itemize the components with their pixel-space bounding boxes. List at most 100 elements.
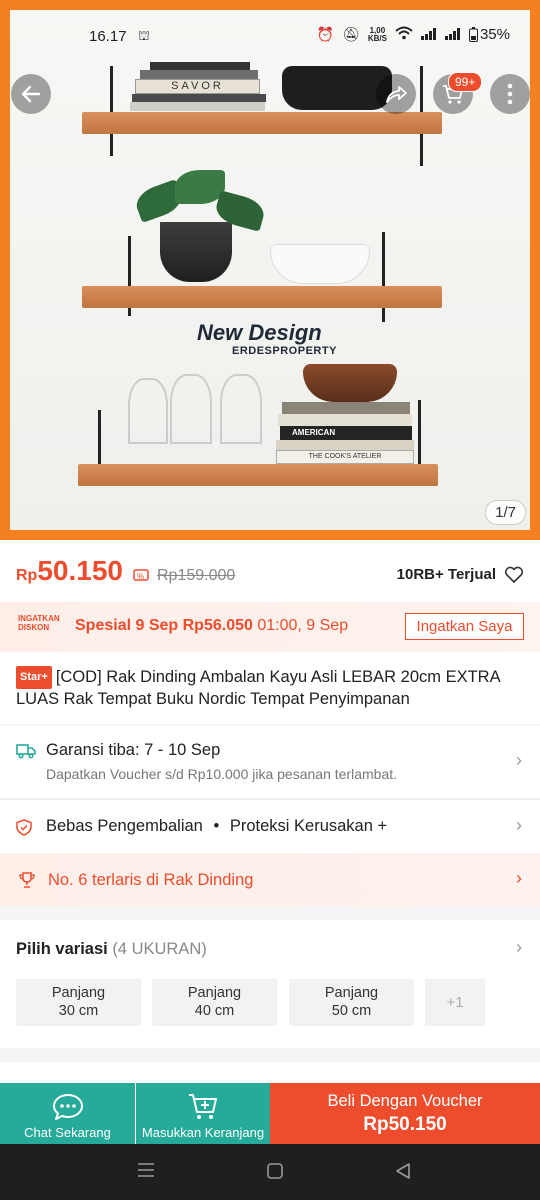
book <box>130 102 265 111</box>
chevron-right-icon: › <box>516 815 522 835</box>
truck-icon <box>16 743 36 764</box>
status-bar: 16.17 ⛫ ⏰ 🔕︎ 1,00 KB/S 35% <box>0 0 540 72</box>
book <box>276 440 414 450</box>
more-options-button[interactable] <box>490 74 530 114</box>
share-icon <box>386 86 407 103</box>
book <box>132 94 266 102</box>
remind-discount-label: INGATKAN DISKON <box>18 614 60 632</box>
back-triangle-icon <box>396 1163 410 1179</box>
overlay-title: New Design <box>197 320 322 345</box>
discount-tag-icon: % <box>133 568 151 587</box>
wine-glass <box>128 378 168 444</box>
special-time: 01:00, 9 Sep <box>257 617 349 634</box>
heart-icon <box>504 566 524 583</box>
more-vertical-icon <box>507 83 513 105</box>
special-price-info: Spesial 9 Sep Rp56.050 01:00, 9 Sep <box>75 617 348 635</box>
star-plus-tag: Star+ <box>16 666 52 689</box>
bottom-action-bar: Chat Sekarang Masukkan Keranjang Beli De… <box>0 1083 540 1144</box>
chevron-right-icon: › <box>516 868 522 888</box>
notification-icon: ⛫ <box>138 28 150 43</box>
returns-info: Bebas Pengembalian • Proteksi Kerusakan … <box>46 817 387 836</box>
chevron-right-icon: › <box>516 750 522 770</box>
special-date: Spesial 9 Sep <box>75 617 179 634</box>
shipping-guarantee: Garansi tiba: 7 - 10 Sep <box>46 741 221 759</box>
shelf-bracket <box>382 232 385 322</box>
shipping-row[interactable]: › <box>0 726 540 798</box>
overlay-brand: ERDESPROPERTY <box>232 345 337 357</box>
variation-option[interactable]: Panjang 50 cm <box>289 979 414 1026</box>
separator-dot: • <box>213 817 220 835</box>
shipping-voucher-note: Dapatkan Voucher s/d Rp10.000 jika pesan… <box>46 766 398 782</box>
special-price: Rp56.050 <box>182 617 253 634</box>
variation-option[interactable]: Panjang 40 cm <box>152 979 277 1026</box>
alarm-icon: ⏰ <box>316 26 335 42</box>
chevron-right-icon: › <box>516 937 522 957</box>
black-bowl <box>282 66 392 110</box>
plant-pot <box>160 222 232 282</box>
wishlist-button[interactable] <box>504 566 524 589</box>
back-nav-button[interactable] <box>394 1162 412 1185</box>
buy-with-voucher-button[interactable]: Beli Dengan Voucher Rp50.150 <box>270 1083 540 1144</box>
system-nav-bar <box>0 1144 540 1200</box>
back-arrow-icon <box>21 85 41 103</box>
variation-option[interactable]: Panjang 30 cm <box>16 979 141 1026</box>
menu-icon <box>138 1163 154 1177</box>
product-title-text: [COD] Rak Dinding Ambalan Kayu Asli LEBA… <box>16 668 500 708</box>
wooden-shelf <box>78 464 438 486</box>
battery-icon <box>468 27 478 42</box>
book <box>278 414 412 426</box>
buy-price: Rp50.150 <box>363 1113 447 1135</box>
sold-count: 10RB+ Terjual <box>396 566 496 583</box>
book-american: AMERICAN <box>280 426 412 440</box>
book-cooks-atelier: THE COOK'S ATELIER <box>276 450 414 464</box>
wooden-shelf <box>82 286 442 308</box>
variation-title: Pilih variasi <box>16 940 108 958</box>
cart-label: Masukkan Keranjang <box>141 1125 265 1140</box>
variation-header[interactable]: Pilih variasi (4 UKURAN) <box>16 940 207 959</box>
cart-count-badge: 99+ <box>448 72 483 92</box>
white-bowls <box>270 244 370 284</box>
next-section-peek <box>0 1062 540 1083</box>
back-button[interactable] <box>11 74 51 114</box>
wine-glass <box>220 374 262 444</box>
more-variations-button[interactable]: +1 <box>425 979 485 1026</box>
image-counter: 1/7 <box>485 500 526 525</box>
book <box>282 402 410 414</box>
home-nav-button[interactable] <box>266 1162 284 1185</box>
wooden-bowl <box>303 364 397 402</box>
remind-me-button[interactable]: Ingatkan Saya <box>405 613 524 640</box>
current-price: Rp50.150 <box>16 555 123 587</box>
signal-icon <box>420 27 437 43</box>
battery-percent: 35% <box>479 26 510 43</box>
menu-nav-button[interactable] <box>137 1162 155 1183</box>
shield-icon <box>16 819 32 841</box>
status-time: 16.17 <box>89 28 127 45</box>
free-returns-text: Bebas Pengembalian <box>46 817 203 835</box>
original-price: Rp159.000 <box>157 567 236 584</box>
wooden-shelf <box>82 112 442 134</box>
trophy-icon <box>18 871 36 894</box>
wine-glass <box>170 374 212 444</box>
buy-label: Beli Dengan Voucher <box>327 1091 483 1110</box>
currency: Rp <box>16 567 38 584</box>
damage-protection-text: Proteksi Kerusakan + <box>229 817 388 835</box>
product-title: Star+ [COD] Rak Dinding Ambalan Kayu Asli… <box>16 666 526 710</box>
price-value: 50.150 <box>37 555 123 586</box>
add-cart-icon <box>189 1094 217 1119</box>
svg-text:%: % <box>137 572 144 581</box>
chat-icon <box>53 1094 83 1120</box>
add-to-cart-button[interactable]: Masukkan Keranjang <box>135 1083 270 1144</box>
chat-label: Chat Sekarang <box>24 1125 111 1140</box>
chat-now-button[interactable]: Chat Sekarang <box>0 1083 135 1144</box>
share-button[interactable] <box>376 74 416 114</box>
book-savor: SAVOR <box>135 79 260 94</box>
variation-count: (4 UKURAN) <box>112 940 207 958</box>
mute-icon: 🔕︎ <box>342 26 360 42</box>
shelf-bracket <box>110 66 113 156</box>
signal-icon <box>444 27 461 43</box>
network-speed: 1,00 KB/S <box>367 25 387 43</box>
wifi-icon <box>395 26 413 43</box>
battery-status: 35% <box>468 26 510 43</box>
bestseller-rank: No. 6 terlaris di Rak Dinding <box>48 871 254 889</box>
home-square-icon <box>267 1163 283 1179</box>
